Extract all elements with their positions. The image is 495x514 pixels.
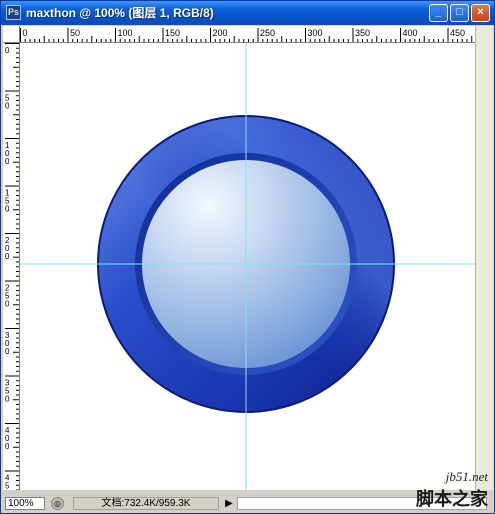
ruler-label: 100 bbox=[118, 28, 133, 38]
ruler-label: 0 bbox=[5, 442, 10, 451]
window-title: maxthon @ 100% (图层 1, RGB/8) bbox=[26, 6, 214, 20]
ruler-label: 250 bbox=[260, 28, 275, 38]
button-artwork bbox=[20, 43, 475, 490]
ruler-label: 0 bbox=[5, 102, 10, 111]
ruler-label: 0 bbox=[5, 157, 10, 166]
ruler-label: 0 bbox=[5, 46, 10, 55]
ruler-label: 300 bbox=[308, 28, 323, 38]
horizontal-ruler-ticks: 0 50 100 150 200 250 300 350 400 450 bbox=[20, 28, 473, 42]
document-window: Ps maxthon @ 100% (图层 1, RGB/8) _ □ × 0 5… bbox=[0, 0, 495, 514]
ruler-label: 0 bbox=[5, 395, 10, 404]
maximize-button[interactable]: □ bbox=[450, 4, 469, 22]
zoom-level-field[interactable]: 100% bbox=[5, 497, 45, 510]
ruler-label: 450 bbox=[450, 28, 465, 38]
ruler-label: 0 bbox=[5, 347, 10, 356]
minimize-button[interactable]: _ bbox=[429, 4, 448, 22]
ruler-label: 0 bbox=[23, 28, 28, 38]
minimize-icon: _ bbox=[435, 6, 442, 18]
close-button[interactable]: × bbox=[471, 4, 490, 22]
ruler-origin[interactable] bbox=[3, 26, 20, 43]
close-icon: × bbox=[477, 6, 484, 18]
maximize-icon: □ bbox=[456, 6, 463, 18]
watermark-name: 脚本之家 bbox=[416, 489, 488, 510]
ruler-label: 50 bbox=[70, 28, 80, 38]
ruler-label: 400 bbox=[403, 28, 418, 38]
canvas[interactable] bbox=[20, 43, 475, 490]
ruler-label: 0 bbox=[5, 252, 10, 261]
watermark-url: jb51.net bbox=[445, 469, 488, 484]
ruler-label: 0 bbox=[5, 205, 10, 214]
document-size-info[interactable]: 文档:732.4K/959.3K bbox=[73, 497, 219, 510]
photoshop-app-icon: Ps bbox=[6, 5, 21, 20]
vertical-scrollbar[interactable] bbox=[475, 26, 493, 490]
ruler-label: 200 bbox=[213, 28, 228, 38]
horizontal-ruler[interactable]: 0 50 100 150 200 250 300 350 400 450 bbox=[20, 26, 475, 43]
ruler-label: 350 bbox=[355, 28, 370, 38]
ruler-label: 0 bbox=[5, 490, 10, 491]
ruler-label: 150 bbox=[165, 28, 180, 38]
status-info-icon[interactable]: ◎ bbox=[51, 497, 64, 510]
vertical-ruler[interactable]: 050100150200250300350400450 bbox=[3, 43, 20, 490]
site-watermark: jb51.net 脚本之家 bbox=[416, 469, 488, 511]
ruler-label: 0 bbox=[5, 300, 10, 309]
vertical-ruler-ticks: 050100150200250300350400450 bbox=[5, 43, 19, 491]
title-bar[interactable]: Ps maxthon @ 100% (图层 1, RGB/8) _ □ × bbox=[1, 1, 494, 25]
status-menu-arrow-icon[interactable]: ▶ bbox=[223, 497, 235, 510]
